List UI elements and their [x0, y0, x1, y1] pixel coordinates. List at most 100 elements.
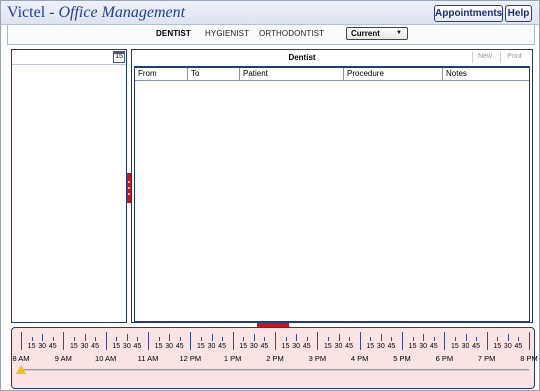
minute-tick — [391, 337, 393, 341]
minute-tick — [116, 337, 118, 341]
new-button[interactable]: New — [472, 52, 497, 63]
tab-hygienist[interactable]: HYGIENIST — [205, 29, 249, 38]
minute-label: 15 — [197, 343, 205, 350]
minute-tick — [433, 337, 435, 341]
minute-tick — [476, 337, 478, 341]
minute-label: 30 — [461, 343, 470, 350]
timeline-thumb[interactable] — [16, 365, 26, 374]
minute-tick — [126, 334, 128, 341]
minute-label: 30 — [503, 343, 512, 350]
minute-label: 15 — [112, 343, 121, 350]
minute-tick — [465, 334, 467, 341]
hour-label: 12 PM — [179, 354, 202, 363]
app-window: Victel - Office Management Appointments … — [0, 0, 540, 391]
appointments-panel: Dentist New Print From To Patient Proced… — [131, 49, 533, 323]
minute-tick — [169, 334, 171, 341]
minute-label: 30 — [207, 343, 216, 350]
appointments-table: From To Patient Procedure Notes — [134, 66, 530, 322]
column-header-procedure[interactable]: Procedure — [343, 68, 442, 81]
minute-label: 45 — [302, 343, 311, 350]
minute-tick — [243, 337, 245, 341]
minute-label: 45 — [218, 343, 226, 350]
minute-tick — [454, 337, 456, 341]
column-header-patient[interactable]: Patient — [239, 68, 343, 81]
print-button[interactable]: Print — [500, 52, 528, 63]
minute-tick — [137, 337, 139, 341]
minute-label: 30 — [249, 343, 258, 350]
column-header-to[interactable]: To — [187, 68, 239, 81]
minute-label: 45 — [345, 343, 353, 350]
minute-tick — [264, 337, 266, 341]
minute-label: 30 — [38, 343, 47, 350]
minute-tick — [338, 334, 340, 341]
minute-label: 45 — [48, 343, 57, 350]
minute-label: 30 — [122, 343, 131, 350]
appointments-panel-header: Dentist New Print — [132, 50, 532, 65]
grip-dot — [128, 187, 130, 189]
hour-tick — [486, 332, 488, 350]
minute-label: 30 — [292, 343, 301, 350]
minute-tick — [84, 334, 86, 341]
minute-tick — [253, 334, 255, 341]
minute-label: 15 — [281, 343, 290, 350]
calendar-icon[interactable]: 15 — [113, 51, 125, 63]
panel-title: Dentist — [288, 53, 316, 62]
minute-label: 45 — [91, 343, 99, 350]
minute-label: 45 — [175, 343, 184, 350]
hour-tick — [148, 332, 149, 350]
minute-tick — [349, 337, 351, 341]
hour-tick — [359, 332, 361, 350]
minute-tick — [222, 337, 224, 341]
calendar-icon-day: 15 — [115, 53, 123, 60]
hour-label: 10 AM — [95, 354, 117, 363]
minute-label: 15 — [324, 343, 332, 350]
minute-label: 15 — [27, 343, 36, 350]
hour-tick — [105, 332, 107, 350]
minute-tick — [296, 334, 298, 341]
minute-tick — [52, 337, 54, 341]
column-header-from[interactable]: From — [135, 68, 187, 81]
minute-tick — [95, 337, 97, 341]
minute-label: 45 — [133, 343, 142, 350]
minute-tick — [518, 337, 520, 341]
app-title-main: Victel - — [7, 4, 59, 21]
minute-label: 15 — [70, 343, 78, 350]
hour-label: 6 PM — [435, 354, 454, 363]
minute-tick — [73, 337, 75, 341]
minute-tick — [306, 337, 308, 341]
app-title-sub: Office Management — [58, 4, 186, 21]
minute-tick — [412, 337, 414, 341]
minute-label: 45 — [260, 343, 269, 350]
minute-label: 15 — [493, 343, 502, 350]
hour-tick — [190, 332, 192, 350]
tab-dentist[interactable]: DENTIST — [156, 29, 191, 38]
minute-label: 30 — [80, 343, 89, 350]
app-title: Victel - Office Management — [7, 4, 185, 22]
timeline-baseline — [21, 369, 529, 371]
minute-tick — [31, 337, 33, 341]
timeline-track: 8 AM 15 30 45 9 AM 15 30 45 10 AM 15 30 45 11 AM 15 30… — [12, 328, 538, 388]
view-select[interactable]: Current ▼ — [346, 27, 408, 40]
table-header: From To Patient Procedure Notes — [135, 68, 529, 81]
help-button[interactable]: Help — [505, 5, 532, 22]
hour-label: 8 PM — [520, 354, 538, 363]
hour-tick — [529, 332, 530, 350]
minute-label: 30 — [165, 343, 174, 350]
minute-label: 45 — [429, 343, 438, 350]
minute-label: 30 — [334, 343, 343, 350]
minute-tick — [211, 334, 213, 341]
view-select-value: Current — [351, 29, 380, 38]
hour-tick — [402, 332, 403, 350]
grip-dot — [128, 193, 130, 195]
timeline-slider[interactable]: 8 AM 15 30 45 9 AM 15 30 45 10 AM 15 30 45 11 AM 15 30… — [11, 327, 538, 389]
calendar-panel-header: 15 — [12, 50, 126, 65]
minute-tick — [158, 337, 160, 341]
minute-label: 15 — [366, 343, 375, 350]
hour-label: 3 PM — [308, 354, 327, 363]
tab-orthodontist[interactable]: ORTHODONTIST — [259, 29, 324, 38]
minute-label: 15 — [154, 343, 163, 350]
hour-tick — [317, 332, 319, 350]
appointments-button[interactable]: Appointments — [434, 5, 503, 22]
minute-tick — [42, 334, 44, 341]
column-header-notes[interactable]: Notes — [442, 68, 529, 81]
